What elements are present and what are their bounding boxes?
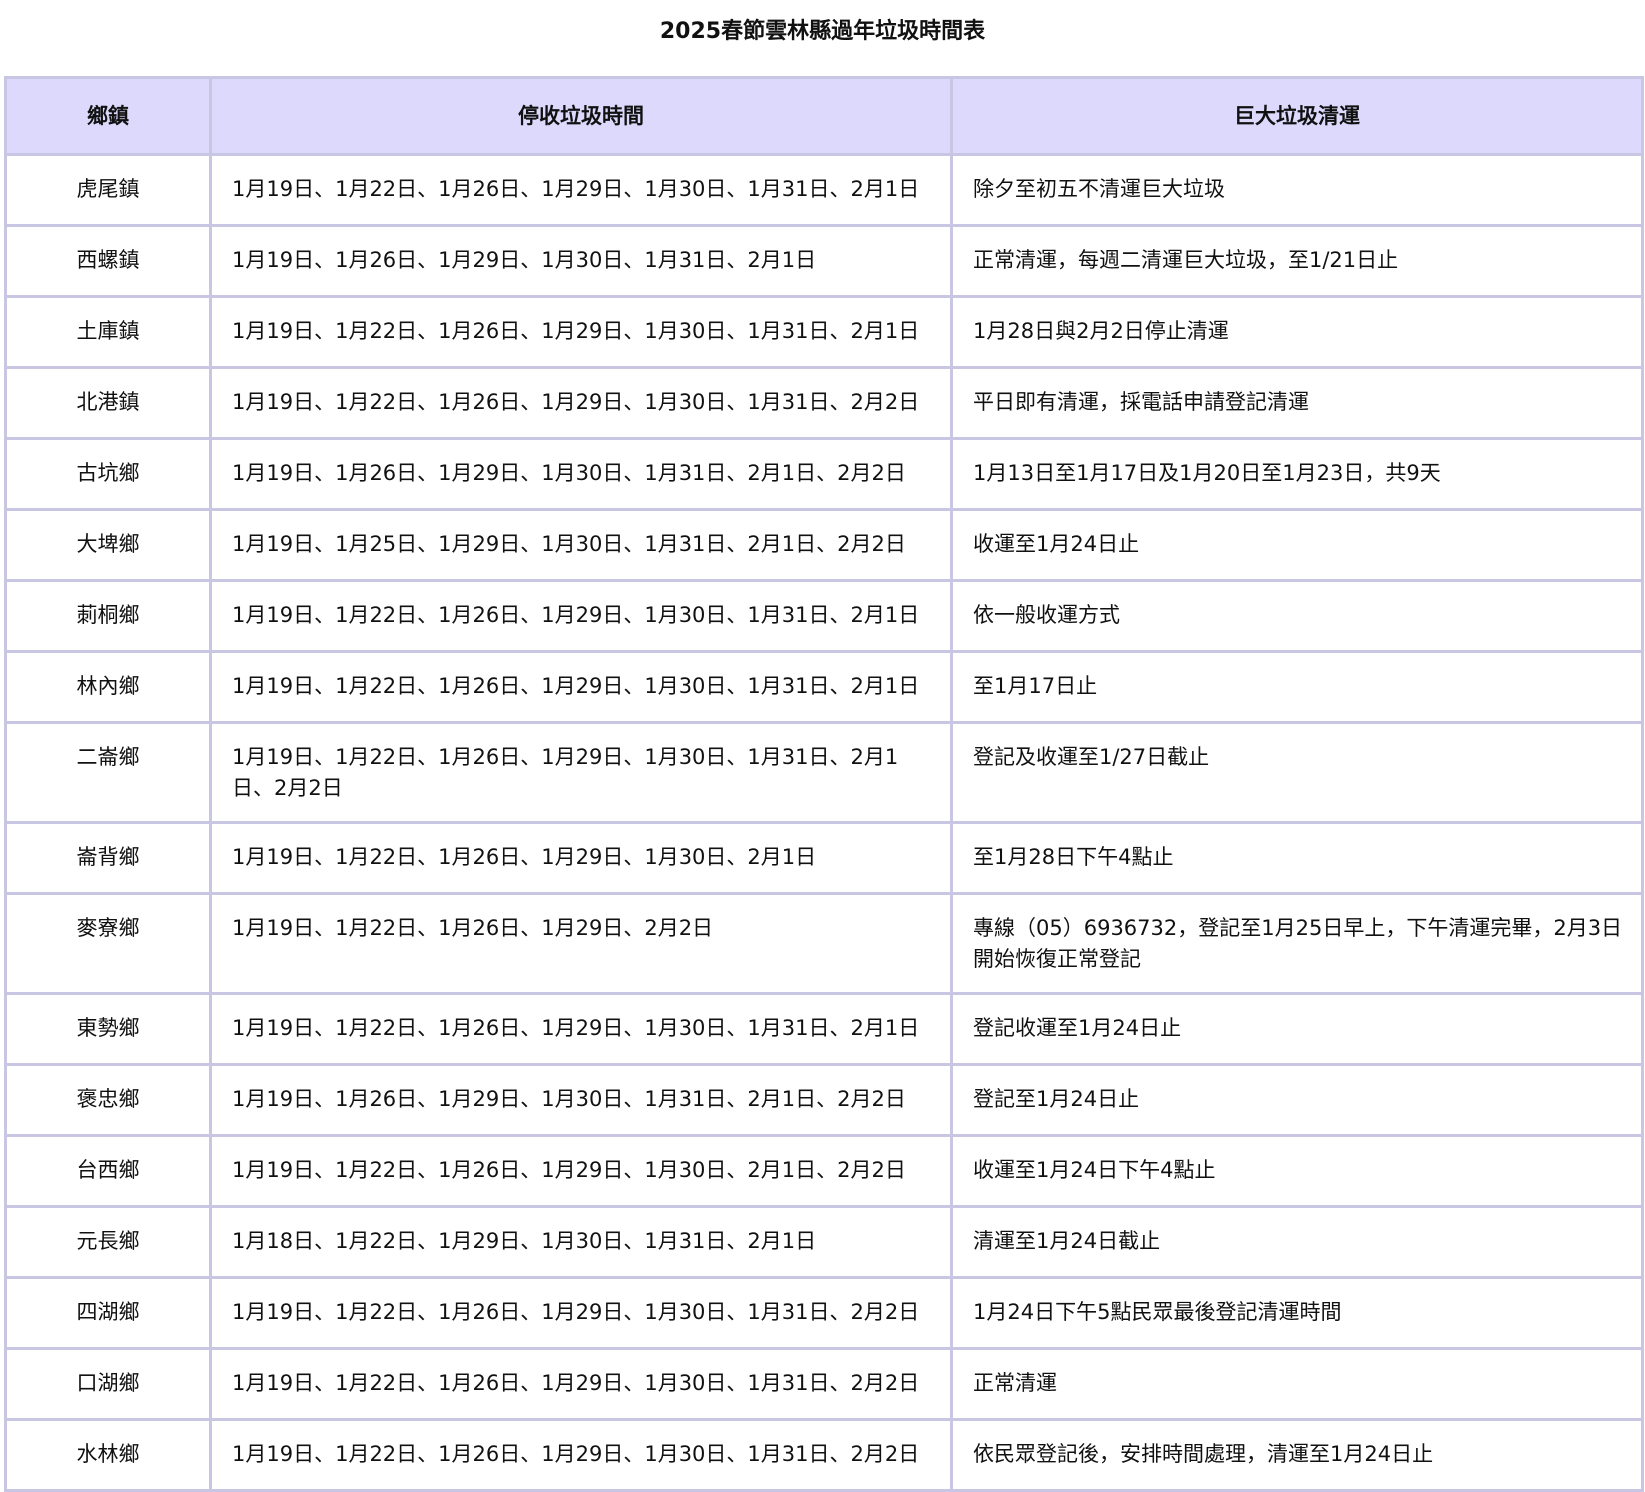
stop-collection-cell: 1月19日、1月25日、1月29日、1月30日、1月31日、2月1日、2月2日: [209, 508, 953, 582]
stop-collection-cell: 1月19日、1月22日、1月26日、1月29日、1月30日、1月31日、2月2日: [209, 1418, 953, 1492]
stop-collection-cell: 1月19日、1月22日、1月26日、1月29日、1月30日、1月31日、2月1日: [209, 992, 953, 1066]
stop-collection-cell: 1月19日、1月22日、1月26日、1月29日、1月30日、1月31日、2月2日: [209, 366, 953, 440]
stop-collection-cell: 1月19日、1月22日、1月26日、1月29日、1月30日、1月31日、2月1日: [209, 650, 953, 724]
town-cell: 水林鄉: [4, 1418, 212, 1492]
table-row: 西螺鎮 1月19日、1月26日、1月29日、1月30日、1月31日、2月1日 正…: [4, 224, 1644, 298]
table-row: 四湖鄉 1月19日、1月22日、1月26日、1月29日、1月30日、1月31日、…: [4, 1276, 1644, 1350]
town-cell: 二崙鄉: [4, 721, 212, 824]
schedule-table: 鄉鎮 停收垃圾時間 巨大垃圾清運 虎尾鎮 1月19日、1月22日、1月26日、1…: [4, 76, 1644, 1492]
table-row: 褒忠鄉 1月19日、1月26日、1月29日、1月30日、1月31日、2月1日、2…: [4, 1063, 1644, 1137]
bulky-waste-cell: 收運至1月24日止: [950, 508, 1644, 582]
page: 2025春節雲林縣過年垃圾時間表 鄉鎮 停收垃圾時間 巨大垃圾清運 虎尾鎮 1月…: [0, 0, 1645, 1492]
town-cell: 大埤鄉: [4, 508, 212, 582]
column-header-stop-collection: 停收垃圾時間: [209, 76, 953, 156]
table-row: 二崙鄉 1月19日、1月22日、1月26日、1月29日、1月30日、1月31日、…: [4, 721, 1644, 824]
town-cell: 西螺鎮: [4, 224, 212, 298]
table-row: 大埤鄉 1月19日、1月25日、1月29日、1月30日、1月31日、2月1日、2…: [4, 508, 1644, 582]
table-row: 北港鎮 1月19日、1月22日、1月26日、1月29日、1月30日、1月31日、…: [4, 366, 1644, 440]
table-row: 莿桐鄉 1月19日、1月22日、1月26日、1月29日、1月30日、1月31日、…: [4, 579, 1644, 653]
town-cell: 古坑鄉: [4, 437, 212, 511]
bulky-waste-cell: 除夕至初五不清運巨大垃圾: [950, 153, 1644, 227]
bulky-waste-cell: 正常清運，每週二清運巨大垃圾，至1/21日止: [950, 224, 1644, 298]
table-row: 林內鄉 1月19日、1月22日、1月26日、1月29日、1月30日、1月31日、…: [4, 650, 1644, 724]
bulky-waste-cell: 平日即有清運，採電話申請登記清運: [950, 366, 1644, 440]
stop-collection-cell: 1月19日、1月22日、1月26日、1月29日、1月30日、1月31日、2月1日…: [209, 721, 953, 824]
bulky-waste-cell: 清運至1月24日截止: [950, 1205, 1644, 1279]
stop-collection-cell: 1月19日、1月22日、1月26日、1月29日、1月30日、1月31日、2月1日: [209, 579, 953, 653]
bulky-waste-cell: 1月13日至1月17日及1月20日至1月23日，共9天: [950, 437, 1644, 511]
table-row: 元長鄉 1月18日、1月22日、1月29日、1月30日、1月31日、2月1日 清…: [4, 1205, 1644, 1279]
town-cell: 林內鄉: [4, 650, 212, 724]
table-row: 崙背鄉 1月19日、1月22日、1月26日、1月29日、1月30日、2月1日 至…: [4, 821, 1644, 895]
stop-collection-cell: 1月19日、1月22日、1月26日、1月29日、1月30日、1月31日、2月1日: [209, 295, 953, 369]
bulky-waste-cell: 專線（05）6936732，登記至1月25日早上，下午清運完畢，2月3日開始恢復…: [950, 892, 1644, 995]
page-title: 2025春節雲林縣過年垃圾時間表: [659, 19, 986, 44]
table-row: 水林鄉 1月19日、1月22日、1月26日、1月29日、1月30日、1月31日、…: [4, 1418, 1644, 1492]
stop-collection-cell: 1月19日、1月22日、1月26日、1月29日、1月30日、2月1日、2月2日: [209, 1134, 953, 1208]
stop-collection-cell: 1月19日、1月22日、1月26日、1月29日、1月30日、2月1日: [209, 821, 953, 895]
column-header-bulky-waste: 巨大垃圾清運: [950, 76, 1644, 156]
bulky-waste-cell: 依民眾登記後，安排時間處理，清運至1月24日止: [950, 1418, 1644, 1492]
town-cell: 土庫鎮: [4, 295, 212, 369]
town-cell: 口湖鄉: [4, 1347, 212, 1421]
town-cell: 元長鄉: [4, 1205, 212, 1279]
town-cell: 東勢鄉: [4, 992, 212, 1066]
stop-collection-cell: 1月19日、1月26日、1月29日、1月30日、1月31日、2月1日: [209, 224, 953, 298]
header-row: 鄉鎮 停收垃圾時間 巨大垃圾清運: [4, 76, 1644, 156]
town-cell: 四湖鄉: [4, 1276, 212, 1350]
bulky-waste-cell: 登記收運至1月24日止: [950, 992, 1644, 1066]
stop-collection-cell: 1月19日、1月22日、1月26日、1月29日、2月2日: [209, 892, 953, 995]
table-row: 東勢鄉 1月19日、1月22日、1月26日、1月29日、1月30日、1月31日、…: [4, 992, 1644, 1066]
bulky-waste-cell: 1月28日與2月2日停止清運: [950, 295, 1644, 369]
bulky-waste-cell: 至1月28日下午4點止: [950, 821, 1644, 895]
table-row: 台西鄉 1月19日、1月22日、1月26日、1月29日、1月30日、2月1日、2…: [4, 1134, 1644, 1208]
town-cell: 莿桐鄉: [4, 579, 212, 653]
table-row: 口湖鄉 1月19日、1月22日、1月26日、1月29日、1月30日、1月31日、…: [4, 1347, 1644, 1421]
table-row: 古坑鄉 1月19日、1月26日、1月29日、1月30日、1月31日、2月1日、2…: [4, 437, 1644, 511]
bulky-waste-cell: 登記及收運至1/27日截止: [950, 721, 1644, 824]
bulky-waste-cell: 收運至1月24日下午4點止: [950, 1134, 1644, 1208]
bulky-waste-cell: 1月24日下午5點民眾最後登記清運時間: [950, 1276, 1644, 1350]
table-row: 虎尾鎮 1月19日、1月22日、1月26日、1月29日、1月30日、1月31日、…: [4, 153, 1644, 227]
bulky-waste-cell: 至1月17日止: [950, 650, 1644, 724]
stop-collection-cell: 1月19日、1月22日、1月26日、1月29日、1月30日、1月31日、2月1日: [209, 153, 953, 227]
stop-collection-cell: 1月19日、1月22日、1月26日、1月29日、1月30日、1月31日、2月2日: [209, 1276, 953, 1350]
table-row: 土庫鎮 1月19日、1月22日、1月26日、1月29日、1月30日、1月31日、…: [4, 295, 1644, 369]
stop-collection-cell: 1月19日、1月26日、1月29日、1月30日、1月31日、2月1日、2月2日: [209, 1063, 953, 1137]
stop-collection-cell: 1月19日、1月22日、1月26日、1月29日、1月30日、1月31日、2月2日: [209, 1347, 953, 1421]
town-cell: 麥寮鄉: [4, 892, 212, 995]
table-row: 麥寮鄉 1月19日、1月22日、1月26日、1月29日、2月2日 專線（05）6…: [4, 892, 1644, 995]
bulky-waste-cell: 依一般收運方式: [950, 579, 1644, 653]
bulky-waste-cell: 正常清運: [950, 1347, 1644, 1421]
town-cell: 褒忠鄉: [4, 1063, 212, 1137]
bulky-waste-cell: 登記至1月24日止: [950, 1063, 1644, 1137]
stop-collection-cell: 1月19日、1月26日、1月29日、1月30日、1月31日、2月1日、2月2日: [209, 437, 953, 511]
town-cell: 北港鎮: [4, 366, 212, 440]
town-cell: 台西鄉: [4, 1134, 212, 1208]
town-cell: 崙背鄉: [4, 821, 212, 895]
stop-collection-cell: 1月18日、1月22日、1月29日、1月30日、1月31日、2月1日: [209, 1205, 953, 1279]
town-cell: 虎尾鎮: [4, 153, 212, 227]
column-header-town: 鄉鎮: [4, 76, 212, 156]
